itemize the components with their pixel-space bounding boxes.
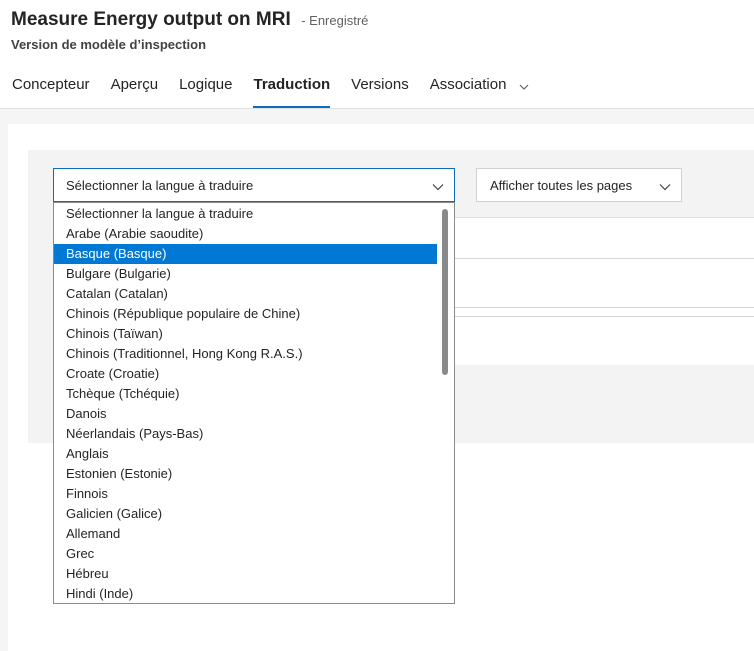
- language-option[interactable]: Danois: [54, 404, 437, 424]
- language-option[interactable]: Estonien (Estonie): [54, 464, 437, 484]
- language-option-highlighted[interactable]: Basque (Basque): [54, 244, 437, 264]
- row-divider: [454, 307, 754, 308]
- language-option[interactable]: Bulgare (Bulgarie): [54, 264, 437, 284]
- language-option[interactable]: Tchèque (Tchéquie): [54, 384, 437, 404]
- language-option[interactable]: Arabe (Arabie saoudite): [54, 224, 437, 244]
- language-option[interactable]: Finnois: [54, 484, 437, 504]
- dropdown-scrollbar[interactable]: [442, 209, 448, 375]
- page-title: Measure Energy output on MRI: [11, 9, 291, 30]
- language-select[interactable]: Sélectionner la langue à traduire: [53, 168, 455, 202]
- language-option[interactable]: Chinois (Traditionnel, Hong Kong R.A.S.): [54, 344, 437, 364]
- language-option[interactable]: Hébreu: [54, 564, 437, 584]
- tab-association[interactable]: Association: [430, 76, 529, 108]
- tab-label: Versions: [351, 76, 409, 93]
- tab-traduction[interactable]: Traduction: [253, 76, 330, 108]
- language-option[interactable]: Anglais: [54, 444, 437, 464]
- language-option[interactable]: Hindi (Inde): [54, 584, 437, 603]
- row-divider: [454, 316, 754, 317]
- tab-label: Traduction: [253, 76, 331, 93]
- language-option[interactable]: Néerlandais (Pays-Bas): [54, 424, 437, 444]
- language-option[interactable]: Galicien (Galice): [54, 504, 437, 524]
- header: Measure Energy output on MRI - Enregistr…: [0, 0, 754, 109]
- language-select-value: Sélectionner la langue à traduire: [66, 177, 254, 193]
- language-option[interactable]: Chinois (République populaire de Chine): [54, 304, 437, 324]
- tab-label: Association: [429, 76, 507, 93]
- tab-concepteur[interactable]: Concepteur: [12, 76, 90, 108]
- language-dropdown-list[interactable]: Sélectionner la langue à traduire Arabe …: [53, 202, 455, 604]
- tab-bar: Concepteur Aperçu Logique Traduction Ver…: [12, 76, 550, 108]
- language-option[interactable]: Catalan (Catalan): [54, 284, 437, 304]
- chevron-down-icon: [432, 179, 444, 194]
- save-status: - Enregistré: [301, 13, 369, 28]
- tab-apercu[interactable]: Aperçu: [111, 76, 159, 108]
- tab-versions[interactable]: Versions: [351, 76, 409, 108]
- translation-table: [454, 217, 754, 365]
- tab-label: Concepteur: [12, 76, 90, 93]
- language-option[interactable]: Sélectionner la langue à traduire: [54, 204, 437, 224]
- tab-label: Aperçu: [110, 76, 159, 93]
- language-option[interactable]: Grec: [54, 544, 437, 564]
- tab-label: Logique: [179, 76, 233, 93]
- title-row: Measure Energy output on MRI - Enregistr…: [11, 9, 368, 31]
- language-option[interactable]: Allemand: [54, 524, 437, 544]
- chevron-down-icon: [659, 179, 671, 194]
- page-subtitle: Version de modèle d’inspection: [11, 37, 207, 52]
- language-option[interactable]: Croate (Croatie): [54, 364, 437, 384]
- tab-logique[interactable]: Logique: [179, 76, 232, 108]
- pages-filter-value: Afficher toutes les pages: [490, 177, 633, 193]
- row-divider: [454, 258, 754, 259]
- language-option[interactable]: Chinois (Taïwan): [54, 324, 437, 344]
- chevron-down-icon: [519, 77, 529, 94]
- pages-filter-select[interactable]: Afficher toutes les pages: [476, 168, 682, 202]
